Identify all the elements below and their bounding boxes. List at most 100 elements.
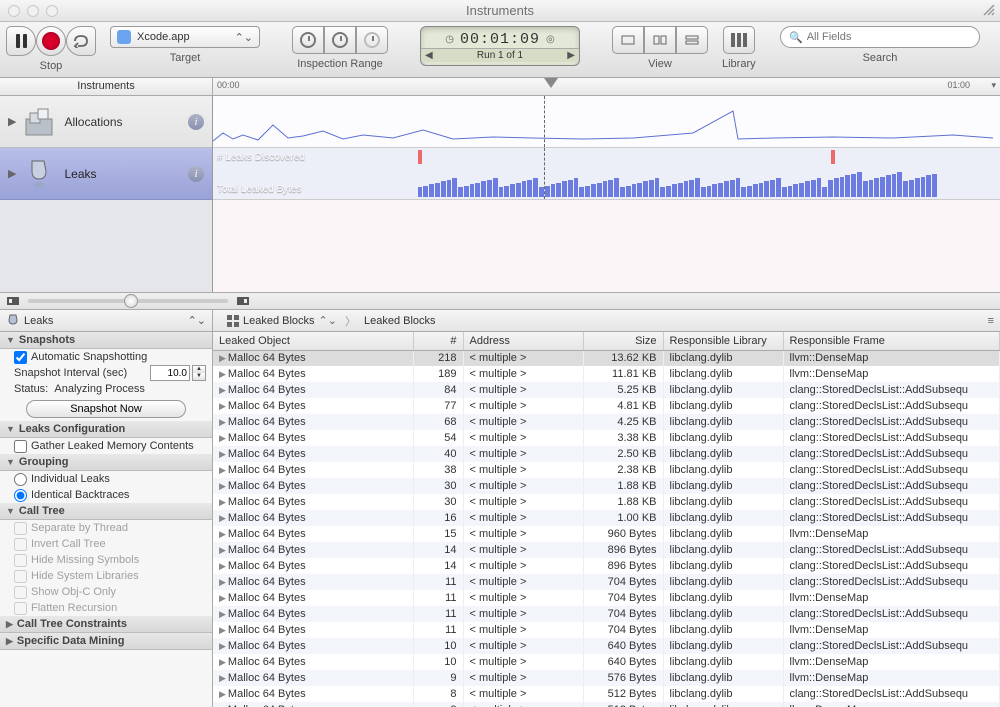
loop-button[interactable] <box>66 26 96 56</box>
table-row[interactable]: ▶Malloc 64 Bytes54< multiple >3.38 KBlib… <box>213 430 1000 446</box>
hide-missing-checkbox[interactable]: Hide Missing Symbols <box>0 552 212 568</box>
disclosure-right-icon[interactable]: ▶ <box>219 529 226 539</box>
table-row[interactable]: ▶Malloc 64 Bytes11< multiple >704 Bytesl… <box>213 574 1000 590</box>
track-leaks[interactable]: ▶ Leaks i <box>0 148 212 200</box>
detail-menu-icon[interactable]: ≡ <box>988 315 994 327</box>
disclosure-right-icon[interactable]: ▶ <box>219 449 226 459</box>
table-row[interactable]: ▶Malloc 64 Bytes11< multiple >704 Bytesl… <box>213 590 1000 606</box>
separate-thread-checkbox[interactable]: Separate by Thread <box>0 520 212 536</box>
range-clear-button[interactable] <box>356 26 388 54</box>
disclosure-right-icon[interactable]: ▶ <box>219 577 226 587</box>
info-button[interactable]: i <box>188 114 204 130</box>
disclosure-right-icon[interactable]: ▶ <box>219 625 226 635</box>
prev-run-button[interactable]: ◀ <box>425 50 433 61</box>
table-row[interactable]: ▶Malloc 64 Bytes189< multiple >11.81 KBl… <box>213 366 1000 382</box>
col-address[interactable]: Address <box>463 332 583 350</box>
table-row[interactable]: ▶Malloc 64 Bytes16< multiple >1.00 KBlib… <box>213 510 1000 526</box>
table-row[interactable]: ▶Malloc 64 Bytes8< multiple >512 Bytesli… <box>213 686 1000 702</box>
zoom-slider[interactable] <box>28 299 228 303</box>
table-row[interactable]: ▶Malloc 64 Bytes77< multiple >4.81 KBlib… <box>213 398 1000 414</box>
resize-icon[interactable] <box>982 3 996 17</box>
disclosure-right-icon[interactable]: ▶ <box>219 417 226 427</box>
table-row[interactable]: ▶Malloc 64 Bytes9< multiple >576 Bytesli… <box>213 670 1000 686</box>
disclosure-icon[interactable]: ▶ <box>8 115 16 128</box>
table-row[interactable]: ▶Malloc 64 Bytes11< multiple >704 Bytesl… <box>213 606 1000 622</box>
gather-contents-checkbox[interactable]: Gather Leaked Memory Contents <box>0 438 212 454</box>
auto-snapshot-checkbox[interactable]: Automatic Snapshotting <box>0 349 212 365</box>
identical-backtraces-radio[interactable]: Identical Backtraces <box>0 487 212 503</box>
info-button[interactable]: i <box>188 166 204 182</box>
pause-button[interactable] <box>6 26 36 56</box>
breadcrumb-item[interactable]: Leaked Blocks <box>356 315 444 327</box>
leaks-lane[interactable]: # Leaks Discovered Total Leaked Bytes <box>213 148 1000 200</box>
disclosure-right-icon[interactable]: ▶ <box>219 433 226 443</box>
section-mining[interactable]: ▶Specific Data Mining <box>0 633 212 650</box>
snapshot-interval-stepper[interactable]: ▲▼ <box>192 365 206 381</box>
zoom-window-button[interactable] <box>46 5 58 17</box>
disclosure-right-icon[interactable]: ▶ <box>219 545 226 555</box>
checkbox[interactable] <box>14 351 27 364</box>
leaked-blocks-table[interactable]: Leaked Object # Address Size Responsible… <box>213 332 1000 707</box>
table-row[interactable]: ▶Malloc 64 Bytes40< multiple >2.50 KBlib… <box>213 446 1000 462</box>
table-row[interactable]: ▶Malloc 64 Bytes68< multiple >4.25 KBlib… <box>213 414 1000 430</box>
hide-system-checkbox[interactable]: Hide System Libraries <box>0 568 212 584</box>
disclosure-right-icon[interactable]: ▶ <box>219 609 226 619</box>
search-field[interactable]: 🔍 <box>780 26 980 48</box>
disclosure-right-icon[interactable]: ▶ <box>219 465 226 475</box>
detail-instrument-select[interactable]: Leaks ⌃⌄ <box>0 310 213 331</box>
disclosure-right-icon[interactable]: ▶ <box>219 481 226 491</box>
disclosure-right-icon[interactable]: ▶ <box>219 513 226 523</box>
checkbox[interactable] <box>14 440 27 453</box>
table-row[interactable]: ▶Malloc 64 Bytes8< multiple >512 Bytesli… <box>213 702 1000 707</box>
show-objc-checkbox[interactable]: Show Obj-C Only <box>0 584 212 600</box>
flatten-recursion-checkbox[interactable]: Flatten Recursion <box>0 600 212 616</box>
library-button[interactable] <box>723 26 755 54</box>
step-up-icon[interactable]: ▲ <box>193 366 205 373</box>
section-call-tree[interactable]: ▼Call Tree <box>0 503 212 520</box>
radio[interactable] <box>14 473 27 486</box>
view-strategy-3-button[interactable] <box>676 26 708 54</box>
disclosure-icon[interactable]: ▶ <box>8 167 16 180</box>
track-allocations[interactable]: ▶ Allocations i <box>0 96 212 148</box>
range-start-button[interactable] <box>292 26 324 54</box>
disclosure-right-icon[interactable]: ▶ <box>219 561 226 571</box>
table-row[interactable]: ▶Malloc 64 Bytes11< multiple >704 Bytesl… <box>213 622 1000 638</box>
allocations-lane[interactable] <box>213 96 1000 148</box>
disclosure-right-icon[interactable]: ▶ <box>219 369 226 379</box>
col-leaked-object[interactable]: Leaked Object <box>213 332 413 350</box>
table-row[interactable]: ▶Malloc 64 Bytes218< multiple >13.62 KBl… <box>213 350 1000 366</box>
col-count[interactable]: # <box>413 332 463 350</box>
section-snapshots[interactable]: ▼Snapshots <box>0 332 212 349</box>
disclosure-right-icon[interactable]: ▶ <box>219 385 226 395</box>
col-frame[interactable]: Responsible Frame <box>783 332 1000 350</box>
record-button[interactable] <box>36 26 66 56</box>
playhead-icon[interactable] <box>544 78 558 92</box>
disclosure-right-icon[interactable]: ▶ <box>219 657 226 667</box>
snapshot-interval-input[interactable] <box>150 365 190 381</box>
col-library[interactable]: Responsible Library <box>663 332 783 350</box>
breadcrumb-root[interactable]: Leaked Blocks ⌃⌄ <box>219 314 345 327</box>
track-lanes[interactable]: # Leaks Discovered Total Leaked Bytes <box>213 96 1000 292</box>
invert-tree-checkbox[interactable]: Invert Call Tree <box>0 536 212 552</box>
table-row[interactable]: ▶Malloc 64 Bytes30< multiple >1.88 KBlib… <box>213 478 1000 494</box>
ruler-chevron-icon[interactable]: ▾ <box>991 80 996 91</box>
disclosure-right-icon[interactable]: ▶ <box>219 353 226 363</box>
next-run-button[interactable]: ▶ <box>567 50 575 61</box>
target-select[interactable]: Xcode.app ⌃⌄ <box>110 26 260 48</box>
close-window-button[interactable] <box>8 5 20 17</box>
disclosure-right-icon[interactable]: ▶ <box>219 673 226 683</box>
search-input[interactable] <box>807 31 971 43</box>
timeline-ruler[interactable]: 00:00 01:00 ▾ <box>213 78 1000 95</box>
disclosure-right-icon[interactable]: ▶ <box>219 593 226 603</box>
table-row[interactable]: ▶Malloc 64 Bytes10< multiple >640 Bytesl… <box>213 638 1000 654</box>
disclosure-right-icon[interactable]: ▶ <box>219 401 226 411</box>
table-row[interactable]: ▶Malloc 64 Bytes10< multiple >640 Bytesl… <box>213 654 1000 670</box>
table-row[interactable]: ▶Malloc 64 Bytes84< multiple >5.25 KBlib… <box>213 382 1000 398</box>
snapshot-now-button[interactable]: Snapshot Now <box>26 400 186 418</box>
radio[interactable] <box>14 489 27 502</box>
col-size[interactable]: Size <box>583 332 663 350</box>
section-constraints[interactable]: ▶Call Tree Constraints <box>0 616 212 633</box>
section-leaks-config[interactable]: ▼Leaks Configuration <box>0 421 212 438</box>
table-row[interactable]: ▶Malloc 64 Bytes14< multiple >896 Bytesl… <box>213 558 1000 574</box>
range-end-button[interactable] <box>324 26 356 54</box>
